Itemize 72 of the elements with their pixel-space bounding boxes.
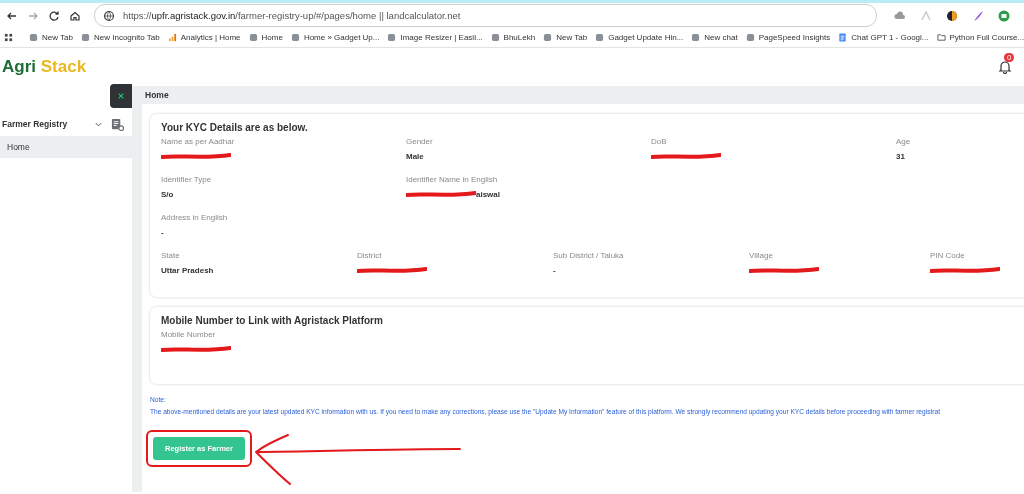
field-label: Mobile Number <box>161 330 217 339</box>
redaction-mark <box>406 190 476 198</box>
bookmark[interactable]: Home » Gadget Up... <box>290 33 380 42</box>
field-value: Male <box>406 151 424 161</box>
redaction-mark <box>161 152 231 160</box>
field-label: Sub District / Taluka <box>553 251 625 260</box>
favicon-icon <box>81 33 90 42</box>
favicon-icon <box>543 33 553 42</box>
bookmark[interactable]: Python Full Course... <box>936 33 1024 42</box>
sidebar-item[interactable]: Home <box>0 136 132 158</box>
field-label: Identifier Name in English <box>406 175 499 184</box>
bookmark[interactable]: Home <box>248 33 283 42</box>
field-label: Age <box>896 137 912 146</box>
field-value: Uttar Pradesh <box>161 265 214 275</box>
breadcrumb[interactable]: Home <box>145 90 169 100</box>
close-sidebar-button[interactable] <box>110 84 132 108</box>
url-text: https://upfr.agristack.gov.in/farmer-registry-up/#/pages/home || landcalculator.net <box>123 10 461 21</box>
bookmark[interactable]: BhuLekh <box>490 33 536 42</box>
bookmark[interactable]: Gadget Update Hin... <box>595 33 684 42</box>
favicon-icon <box>387 33 397 42</box>
card-title: Mobile Number to Link with Agristack Platform <box>161 315 384 326</box>
bookmark[interactable]: New Incognito Tab <box>81 33 160 42</box>
field-label: DoB <box>651 137 668 146</box>
folder-icon <box>936 33 946 42</box>
redaction-mark <box>357 266 427 274</box>
bookmark[interactable]: PageSpeed Insights <box>745 33 831 42</box>
document-settings-icon[interactable] <box>111 117 124 131</box>
field-label: PIN Code <box>930 251 966 260</box>
field-value: 31 <box>896 151 905 161</box>
address-bar[interactable]: https://upfr.agristack.gov.in/farmer-registry-up/#/pages/home || landcalculator.net <box>94 4 877 27</box>
redaction-mark <box>930 266 1000 274</box>
apps-icon[interactable] <box>4 33 13 42</box>
cloud-icon[interactable] <box>894 9 906 22</box>
menu-group-label[interactable]: Farmer Registry <box>2 119 94 129</box>
document-icon <box>838 33 848 42</box>
redaction-mark <box>651 152 721 160</box>
field-label: Identifier Type <box>161 175 213 184</box>
redaction-mark <box>749 266 819 274</box>
favicon-icon <box>29 33 38 42</box>
field-label: Gender <box>406 137 434 146</box>
field-label: Address in English <box>161 213 229 222</box>
close-icon <box>117 92 125 100</box>
notification-badge: 0 <box>1004 53 1015 62</box>
reload-icon[interactable] <box>48 9 60 22</box>
logo[interactable]: Agri Stack <box>2 57 87 77</box>
bookmark[interactable]: Image Resizer | Easil... <box>387 33 483 42</box>
favicon-icon <box>290 33 300 42</box>
favicon-icon <box>490 33 500 42</box>
field-value: - <box>553 265 556 275</box>
redaction-mark <box>161 345 231 353</box>
favicon-icon <box>745 33 755 42</box>
field-label: State <box>161 251 181 260</box>
bookmark[interactable]: Analytics | Home <box>167 33 241 42</box>
site-info-icon[interactable] <box>103 9 115 22</box>
bookmark[interactable]: New Tab <box>29 33 73 42</box>
bookmark[interactable]: New Tab <box>543 33 588 42</box>
home-icon[interactable] <box>69 9 81 22</box>
field-value: aiswal <box>476 189 500 199</box>
extension-icon[interactable] <box>946 9 958 22</box>
favicon-icon <box>691 33 701 42</box>
chart-icon <box>167 33 177 42</box>
bookmark[interactable]: New chat <box>691 33 738 42</box>
bookmark[interactable]: Chat GPT 1 - Googl... <box>838 33 929 42</box>
field-label: District <box>357 251 383 260</box>
card-title: Your KYC Details are as below. <box>161 122 309 133</box>
favicon-icon <box>248 33 258 42</box>
field-value: - <box>161 227 164 237</box>
field-label: Name as per Aadhar <box>161 137 236 146</box>
favicon-icon <box>595 33 605 42</box>
notification-bell-icon[interactable] <box>998 60 1012 74</box>
field-label: Village <box>749 251 774 260</box>
field-value: S/o <box>161 189 174 199</box>
